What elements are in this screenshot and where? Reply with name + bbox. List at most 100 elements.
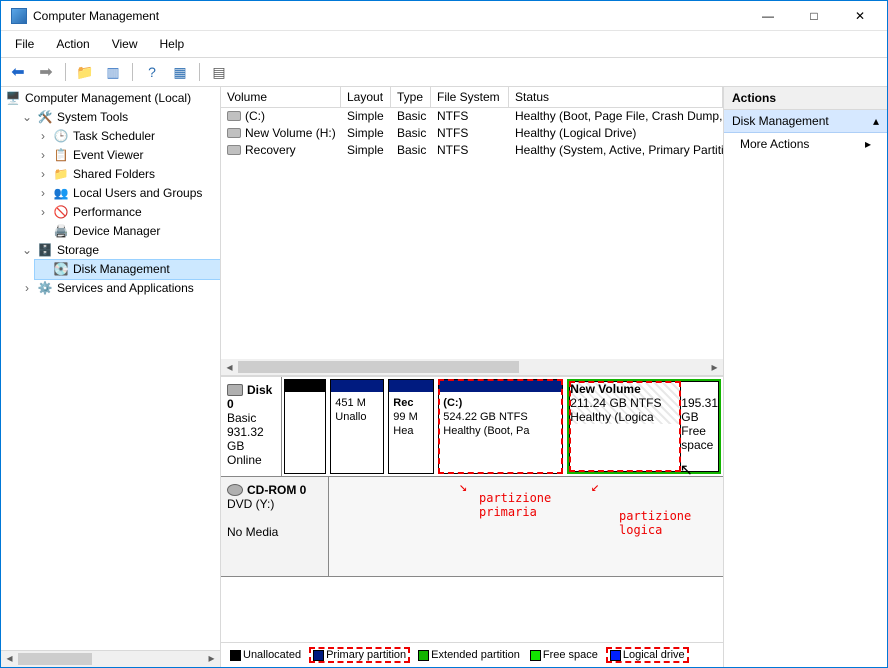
volume-icon bbox=[227, 145, 241, 155]
col-status[interactable]: Status bbox=[509, 87, 723, 108]
partition-new-volume[interactable]: New Volume 211.24 GB NTFS Healthy (Logic… bbox=[569, 381, 681, 472]
disk0-state: Online bbox=[227, 453, 262, 467]
chevron-right-icon: ▸ bbox=[865, 137, 871, 151]
unalloc-label: Unallo bbox=[335, 410, 379, 424]
tree-task-scheduler[interactable]: ›🕒Task Scheduler bbox=[35, 127, 220, 146]
actions-more[interactable]: More Actions ▸ bbox=[724, 133, 887, 155]
legend: Unallocated Primary partition Extended p… bbox=[221, 642, 723, 667]
expand-icon[interactable]: › bbox=[37, 184, 49, 203]
nv-size: 211.24 GB NTFS bbox=[570, 396, 680, 410]
tree-root-label: Computer Management (Local) bbox=[25, 89, 191, 108]
menu-help[interactable]: Help bbox=[156, 35, 189, 53]
tree-storage[interactable]: ⌄🗄️Storage bbox=[19, 241, 220, 260]
tree-disk-management[interactable]: 💽Disk Management bbox=[35, 260, 220, 279]
volume-row[interactable]: (C:) Simple Basic NTFS Healthy (Boot, Pa… bbox=[221, 108, 723, 125]
tree-local-users[interactable]: ›👥Local Users and Groups bbox=[35, 184, 220, 203]
expand-icon[interactable]: › bbox=[21, 279, 33, 298]
c-size: 524.22 GB NTFS bbox=[443, 410, 558, 424]
performance-icon: 🚫 bbox=[53, 205, 69, 221]
disk-management-label: Disk Management bbox=[73, 260, 170, 279]
scroll-right-icon[interactable]: ▸ bbox=[706, 359, 723, 375]
tree-performance[interactable]: ›🚫Performance bbox=[35, 203, 220, 222]
disk0-type: Basic bbox=[227, 411, 256, 425]
nv-status: Healthy (Logica bbox=[570, 410, 680, 424]
actions-context[interactable]: Disk Management ▴ bbox=[724, 110, 887, 133]
tree-device-manager[interactable]: 🖨️Device Manager bbox=[35, 222, 220, 241]
device-icon: 🖨️ bbox=[53, 224, 69, 240]
tree-root[interactable]: 🖥️ Computer Management (Local) bbox=[3, 89, 220, 108]
expand-icon[interactable]: › bbox=[37, 146, 49, 165]
services-label: Services and Applications bbox=[57, 279, 194, 298]
col-layout[interactable]: Layout bbox=[341, 87, 391, 108]
volume-name: Recovery bbox=[245, 143, 296, 157]
up-button[interactable]: 📁 bbox=[74, 61, 96, 83]
partition-c[interactable]: (C:) 524.22 GB NTFS Healthy (Boot, Pa bbox=[438, 379, 563, 474]
col-filesystem[interactable]: File System bbox=[431, 87, 509, 108]
partition-recovery[interactable]: Rec 99 M Hea bbox=[388, 379, 434, 474]
system-tools-label: System Tools bbox=[57, 108, 128, 127]
tree-event-viewer[interactable]: ›📋Event Viewer bbox=[35, 146, 220, 165]
collapse-icon[interactable]: ⌄ bbox=[21, 108, 33, 127]
toolbar: ⬅ ➡ 📁 ▥ ? ▦ ▤ bbox=[1, 58, 887, 87]
event-icon: 📋 bbox=[53, 148, 69, 164]
expand-icon[interactable]: › bbox=[37, 203, 49, 222]
performance-label: Performance bbox=[73, 203, 142, 222]
expand-icon[interactable]: › bbox=[37, 127, 49, 146]
extended-partition[interactable]: New Volume 211.24 GB NTFS Healthy (Logic… bbox=[567, 379, 721, 474]
unalloc-size: 451 M bbox=[335, 396, 379, 410]
expand-icon[interactable]: › bbox=[37, 165, 49, 184]
minimize-button[interactable]: — bbox=[745, 1, 791, 31]
legend-primary: Primary partition bbox=[309, 647, 410, 663]
shared-folders-label: Shared Folders bbox=[73, 165, 155, 184]
scroll-left-icon[interactable]: ◂ bbox=[221, 359, 238, 375]
menu-action[interactable]: Action bbox=[52, 35, 93, 53]
computer-icon: 🖥️ bbox=[5, 91, 21, 107]
scroll-right-icon[interactable]: ▸ bbox=[203, 651, 220, 667]
hdd-icon bbox=[227, 384, 243, 396]
help-button[interactable]: ? bbox=[141, 61, 163, 83]
refresh-button[interactable]: ▦ bbox=[169, 61, 191, 83]
window-title: Computer Management bbox=[33, 9, 159, 23]
menu-file[interactable]: File bbox=[11, 35, 38, 53]
arrow-right-icon: ➡ bbox=[39, 62, 52, 82]
volume-scrollbar[interactable]: ◂ ▸ bbox=[221, 359, 723, 376]
tree-scrollbar[interactable]: ◂ ▸ bbox=[1, 650, 220, 667]
volume-type: Basic bbox=[391, 125, 431, 142]
scroll-left-icon[interactable]: ◂ bbox=[1, 651, 18, 667]
scroll-thumb[interactable] bbox=[18, 653, 92, 665]
cdrom-row[interactable]: CD-ROM 0 DVD (Y:) No Media ↘ partizione … bbox=[221, 477, 723, 577]
tree-system-tools[interactable]: ⌄ 🛠️ System Tools bbox=[19, 108, 220, 127]
collapse-icon: ▴ bbox=[873, 114, 879, 128]
disk0-label: Disk 0 Basic 931.32 GB Online bbox=[221, 377, 282, 476]
settings-button[interactable]: ▤ bbox=[208, 61, 230, 83]
col-type[interactable]: Type bbox=[391, 87, 431, 108]
maximize-button[interactable]: □ bbox=[791, 1, 837, 31]
actions-title: Actions bbox=[724, 87, 887, 110]
forward-button[interactable]: ➡ bbox=[35, 61, 57, 83]
legend-unallocated: Unallocated bbox=[227, 649, 304, 661]
close-button[interactable]: ✕ bbox=[837, 1, 883, 31]
tree-shared-folders[interactable]: ›📁Shared Folders bbox=[35, 165, 220, 184]
help-icon: ? bbox=[148, 64, 156, 80]
tree-services[interactable]: ›⚙️Services and Applications bbox=[19, 279, 220, 298]
partition-unallocated[interactable]: 451 M Unallo bbox=[330, 379, 384, 474]
menu-view[interactable]: View bbox=[108, 35, 142, 53]
disk0-row[interactable]: Disk 0 Basic 931.32 GB Online 451 M Unal… bbox=[221, 377, 723, 477]
free-size: 195.31 GB bbox=[681, 396, 718, 424]
actions-more-label: More Actions bbox=[740, 137, 809, 151]
collapse-icon[interactable]: ⌄ bbox=[21, 241, 33, 260]
volume-row[interactable]: Recovery Simple Basic NTFS Healthy (Syst… bbox=[221, 142, 723, 159]
local-users-label: Local Users and Groups bbox=[73, 184, 202, 203]
scroll-thumb[interactable] bbox=[238, 361, 519, 373]
c-status: Healthy (Boot, Pa bbox=[443, 424, 558, 438]
folder-icon: 📁 bbox=[53, 167, 69, 183]
volume-layout: Simple bbox=[341, 125, 391, 142]
partition-unallocated-hidden[interactable] bbox=[284, 379, 326, 474]
back-button[interactable]: ⬅ bbox=[7, 61, 29, 83]
volume-icon bbox=[227, 111, 241, 121]
properties-button[interactable]: ▥ bbox=[102, 61, 124, 83]
folder-up-icon: 📁 bbox=[76, 64, 93, 81]
col-volume[interactable]: Volume bbox=[221, 87, 341, 108]
partition-free-space[interactable]: 195.31 GB Free space bbox=[681, 381, 719, 472]
volume-row[interactable]: New Volume (H:) Simple Basic NTFS Health… bbox=[221, 125, 723, 142]
